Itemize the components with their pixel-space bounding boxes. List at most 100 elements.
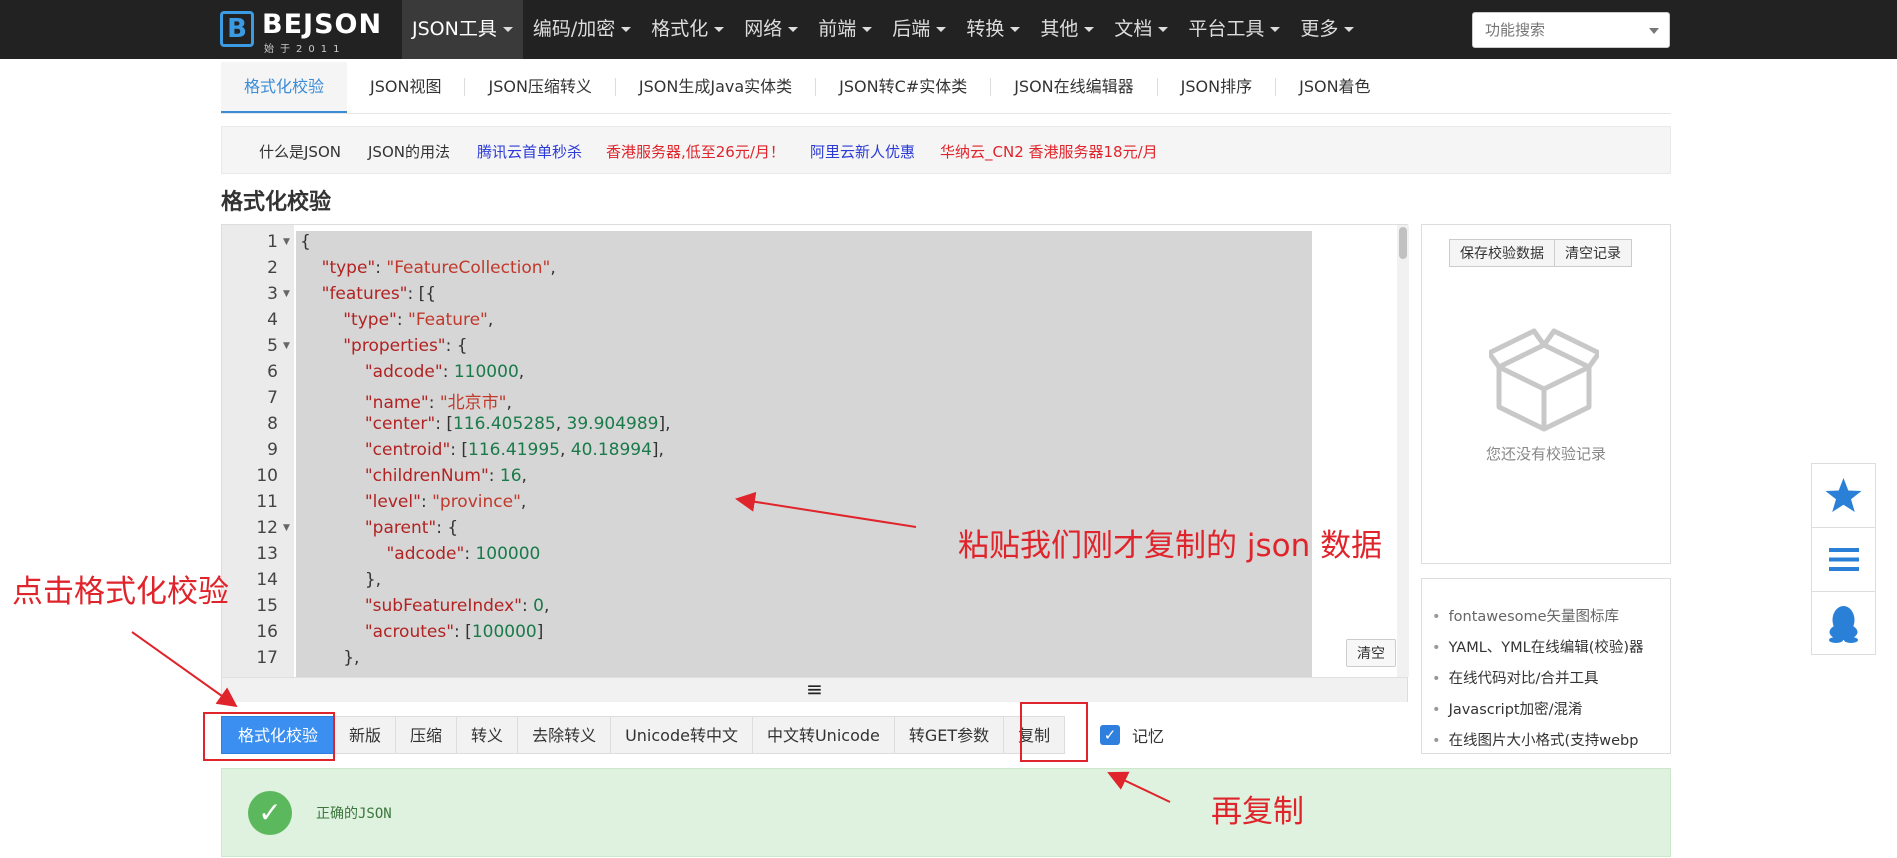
nav-label: 前端 — [818, 18, 857, 40]
caret-down-icon — [1084, 27, 1095, 32]
nav-convert[interactable]: 转换 — [956, 0, 1030, 59]
nav-format[interactable]: 格式化 — [641, 0, 734, 59]
tab-json-sort[interactable]: JSON排序 — [1158, 62, 1275, 112]
link-huana-cloud[interactable]: 华纳云_CN2 香港服务器18元/月 — [940, 141, 1158, 162]
code-line: "childrenNum": 16, — [364, 466, 527, 486]
related-link[interactable]: • fontawesome矢量图标库 — [1432, 605, 1619, 626]
related-link[interactable]: • 在线代码对比/合并工具 — [1432, 667, 1598, 688]
logo-mark: B — [220, 11, 254, 47]
line-number: 13 — [256, 544, 278, 564]
bullet: • — [1432, 671, 1441, 687]
line-number-gutter: 1 ▼ 2 3 ▼ 4 5 ▼ 6 7 8 9 10 11 12 ▼ 13 14 15 … — [222, 225, 294, 677]
escape-button[interactable]: 转义 — [457, 716, 519, 754]
editor-scrollbar[interactable] — [1397, 225, 1409, 677]
bullet: • — [1432, 733, 1441, 749]
bejson-logo[interactable]: B BEJSON 始于2011 — [220, 9, 381, 55]
chinese-to-unicode-button[interactable]: 中文转Unicode — [752, 716, 895, 754]
search-input[interactable] — [1483, 13, 1647, 47]
nav-label: 平台工具 — [1188, 18, 1265, 40]
related-link[interactable]: • YAML、YML在线编辑(校验)器 — [1432, 636, 1644, 657]
line-number: 4 — [267, 310, 278, 330]
bullet: • — [1432, 702, 1441, 718]
caret-down-icon — [714, 27, 725, 32]
line-number: 6 — [267, 362, 278, 382]
compress-button[interactable]: 压缩 — [396, 716, 458, 754]
tab-json-color[interactable]: JSON着色 — [1276, 62, 1393, 112]
nav-label: JSON工具 — [412, 18, 497, 40]
line-number: 1 — [267, 232, 278, 252]
line-number: 8 — [267, 414, 278, 434]
annotation-copy-again: 再复制 — [1211, 794, 1304, 830]
link-hk-server[interactable]: 香港服务器,低至26元/月！ — [606, 141, 785, 162]
nav-frontend[interactable]: 前端 — [808, 0, 882, 59]
function-search[interactable] — [1472, 12, 1670, 48]
code-text-area[interactable]: { "type": "FeatureCollection", "features… — [296, 231, 1312, 677]
nav-network[interactable]: 网络 — [734, 0, 808, 59]
related-tools-panel: • fontawesome矢量图标库 • YAML、YML在线编辑(校验)器 • 在线… — [1421, 578, 1671, 754]
new-version-button[interactable]: 新版 — [335, 716, 397, 754]
qq-contact-button[interactable] — [1812, 592, 1875, 655]
line-number: 9 — [267, 440, 278, 460]
highlight-copy-button — [1020, 702, 1088, 762]
memory-toggle[interactable]: ✓ 记忆 — [1100, 722, 1164, 748]
save-validation-button[interactable]: 保存校验数据 — [1449, 239, 1555, 267]
tab-json-view[interactable]: JSON视图 — [347, 62, 464, 112]
line-number: 15 — [256, 596, 278, 616]
editor-resize-handle[interactable]: ≡ — [222, 677, 1407, 702]
related-link[interactable]: • 在线图片大小格式(支持webp — [1432, 729, 1638, 750]
json-editor[interactable]: 1 ▼ 2 3 ▼ 4 5 ▼ 6 7 8 9 10 11 12 ▼ 13 14 15 … — [221, 224, 1409, 702]
related-link-label: 在线代码对比/合并工具 — [1448, 671, 1599, 687]
fold-toggle-icon[interactable]: ▼ — [283, 289, 290, 299]
unescape-button[interactable]: 去除转义 — [518, 716, 612, 754]
link-what-is-json[interactable]: 什么是JSON — [259, 141, 341, 162]
code-line: "adcode": 110000, — [364, 362, 525, 382]
tool-tabs: 格式化校验 JSON视图 JSON压缩转义 JSON生成Java实体类 JSON… — [221, 62, 1671, 114]
tab-json-java[interactable]: JSON生成Java实体类 — [616, 62, 815, 112]
line-number: 7 — [267, 388, 278, 408]
clear-editor-button[interactable]: 清空 — [1346, 639, 1396, 667]
chevron-down-icon[interactable] — [1649, 28, 1659, 34]
tab-json-editor[interactable]: JSON在线编辑器 — [991, 62, 1156, 112]
menu-button[interactable] — [1812, 528, 1875, 592]
annotation-click-format: 点击格式化校验 — [12, 574, 229, 610]
line-number: 10 — [256, 466, 278, 486]
fold-toggle-icon[interactable]: ▼ — [283, 523, 290, 533]
related-link[interactable]: • Javascript加密/混淆 — [1432, 698, 1582, 719]
tab-format-validate[interactable]: 格式化校验 — [221, 62, 348, 113]
tab-json-csharp[interactable]: JSON转C#实体类 — [816, 62, 990, 112]
line-number: 14 — [256, 570, 278, 590]
nav-json-tools[interactable]: JSON工具 — [402, 0, 523, 59]
promo-link-bar: 什么是JSON JSON的用法 腾讯云首单秒杀 香港服务器,低至26元/月！ 阿… — [221, 126, 1671, 174]
fold-toggle-icon[interactable]: ▼ — [283, 341, 290, 351]
link-aliyun[interactable]: 阿里云新人优惠 — [810, 141, 915, 162]
favorite-button[interactable] — [1812, 464, 1875, 528]
link-tencent-cloud[interactable]: 腾讯云首单秒杀 — [477, 141, 582, 162]
nav-docs[interactable]: 文档 — [1104, 0, 1178, 59]
action-toolbar: 格式化校验 新版 压缩 转义 去除转义 Unicode转中文 中文转Unicod… — [221, 716, 1066, 754]
link-json-usage[interactable]: JSON的用法 — [368, 141, 450, 162]
memory-checkbox[interactable]: ✓ — [1100, 725, 1120, 745]
unicode-to-chinese-button[interactable]: Unicode转中文 — [611, 716, 753, 754]
fold-toggle-icon[interactable]: ▼ — [283, 237, 290, 247]
caret-down-icon — [862, 27, 873, 32]
line-number: 12 — [256, 518, 278, 538]
annotation-paste-json: 粘贴我们刚才复制的 json 数据 — [958, 528, 1383, 564]
validation-history-panel: 保存校验数据 清空记录 您还没有校验记录 — [1421, 224, 1671, 564]
scrollbar-thumb[interactable] — [1399, 227, 1407, 259]
code-line: "level": "province", — [364, 492, 527, 512]
bullet: • — [1432, 640, 1441, 656]
nav-more[interactable]: 更多 — [1290, 0, 1364, 59]
clear-history-button[interactable]: 清空记录 — [1555, 239, 1632, 267]
nav-encode-encrypt[interactable]: 编码/加密 — [523, 0, 641, 59]
related-link-label: fontawesome矢量图标库 — [1448, 609, 1620, 625]
code-line: "acroutes": [100000] — [364, 622, 544, 642]
tab-json-compress[interactable]: JSON压缩转义 — [465, 62, 614, 112]
code-line: }, — [300, 648, 360, 668]
code-line: "center": [116.405285, 39.904989], — [364, 414, 671, 434]
to-get-params-button[interactable]: 转GET参数 — [894, 716, 1005, 754]
validation-result: ✓ 正确的JSON — [221, 768, 1671, 857]
nav-backend[interactable]: 后端 — [882, 0, 956, 59]
nav-other[interactable]: 其他 — [1030, 0, 1104, 59]
nav-platform-tools[interactable]: 平台工具 — [1178, 0, 1290, 59]
nav-label: 后端 — [892, 18, 931, 40]
